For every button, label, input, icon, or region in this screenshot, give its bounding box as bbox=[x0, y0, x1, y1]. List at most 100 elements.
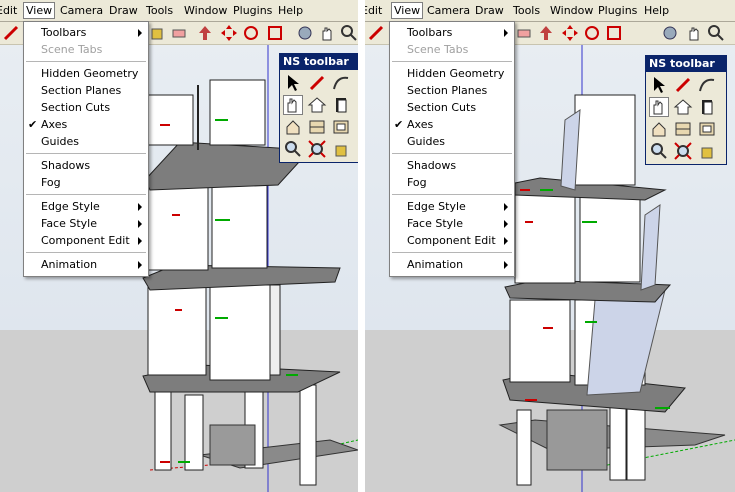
offset-icon[interactable] bbox=[266, 24, 284, 42]
zoom-icon[interactable] bbox=[283, 139, 303, 159]
orbit-icon[interactable] bbox=[296, 24, 314, 42]
menu-item-edge-style[interactable]: Edge Style bbox=[24, 198, 148, 215]
move-icon[interactable] bbox=[561, 24, 579, 42]
eraser-icon[interactable] bbox=[515, 24, 533, 42]
menu-draw[interactable]: Draw bbox=[109, 3, 138, 18]
ns-toolbar-title[interactable]: NS toolbar bbox=[646, 56, 726, 72]
zoom-extents-icon[interactable] bbox=[307, 139, 327, 159]
zoom-icon[interactable] bbox=[340, 24, 358, 42]
menu-item-section-cuts[interactable]: Section Cuts bbox=[390, 99, 514, 116]
wall-panel-icon[interactable] bbox=[307, 117, 327, 137]
select-arrow-icon[interactable] bbox=[283, 73, 303, 93]
arc-icon[interactable] bbox=[331, 73, 351, 93]
column bbox=[609, 404, 627, 481]
submenu-arrow-icon bbox=[504, 220, 508, 228]
menu-separator bbox=[392, 61, 512, 62]
menu-edit[interactable]: Edit bbox=[0, 3, 17, 18]
menu-plugins[interactable]: Plugins bbox=[598, 3, 637, 18]
menu-item-axes[interactable]: ✔ Axes bbox=[24, 116, 148, 133]
paint-bucket-icon[interactable] bbox=[697, 141, 717, 161]
paint-bucket-icon[interactable] bbox=[331, 139, 351, 159]
column bbox=[154, 384, 172, 471]
menu-item-axes[interactable]: ✔ Axes bbox=[390, 116, 514, 133]
zoom-icon[interactable] bbox=[649, 141, 669, 161]
menu-item-component-edit[interactable]: Component Edit bbox=[24, 232, 148, 249]
menu-item-face-style[interactable]: Face Style bbox=[390, 215, 514, 232]
zoom-extents-icon[interactable] bbox=[673, 141, 693, 161]
menu-item-guides[interactable]: Guides bbox=[390, 133, 514, 150]
menu-help[interactable]: Help bbox=[278, 3, 303, 18]
home-icon[interactable] bbox=[673, 97, 693, 117]
menu-view[interactable]: View bbox=[23, 2, 56, 19]
menu-item-shadows[interactable]: Shadows bbox=[390, 157, 514, 174]
menu-item-section-planes[interactable]: Section Planes bbox=[24, 82, 148, 99]
menu-edit[interactable]: Edit bbox=[365, 3, 382, 18]
wall-panel-icon[interactable] bbox=[673, 119, 693, 139]
page-icon[interactable] bbox=[331, 95, 351, 115]
view-menu-dropdown: Toolbars Scene Tabs Hidden Geometry Sect… bbox=[23, 21, 149, 277]
menu-item-hidden-geometry[interactable]: Hidden Geometry bbox=[390, 65, 514, 82]
orbit-hand-button[interactable] bbox=[649, 97, 669, 117]
menu-draw[interactable]: Draw bbox=[475, 3, 504, 18]
menu-item-edge-style[interactable]: Edge Style bbox=[390, 198, 514, 215]
lower-box bbox=[209, 424, 256, 466]
pencil-icon[interactable] bbox=[307, 73, 327, 93]
right-screenshot-panel: Edit View Camera Draw Tools Window Plugi… bbox=[365, 0, 735, 492]
menu-item-toolbars[interactable]: Toolbars bbox=[24, 24, 148, 41]
pencil-icon[interactable] bbox=[673, 75, 693, 95]
move-icon[interactable] bbox=[220, 24, 238, 42]
grid-window-icon[interactable] bbox=[331, 117, 351, 137]
rotate-icon[interactable] bbox=[583, 24, 601, 42]
menu-plugins[interactable]: Plugins bbox=[233, 3, 272, 18]
menu-tools[interactable]: Tools bbox=[513, 3, 540, 18]
push-pull-icon[interactable] bbox=[196, 24, 214, 42]
submenu-arrow-icon bbox=[138, 261, 142, 269]
orbit-hand-button[interactable] bbox=[283, 95, 303, 115]
rotate-icon[interactable] bbox=[242, 24, 260, 42]
menu-item-guides[interactable]: Guides bbox=[24, 133, 148, 150]
pencil-icon[interactable] bbox=[367, 24, 385, 42]
pan-hand-icon[interactable] bbox=[318, 24, 336, 42]
pan-hand-icon[interactable] bbox=[685, 24, 703, 42]
menu-item-component-edit[interactable]: Component Edit bbox=[390, 232, 514, 249]
menu-item-hidden-geometry[interactable]: Hidden Geometry bbox=[24, 65, 148, 82]
menu-item-section-cuts[interactable]: Section Cuts bbox=[24, 99, 148, 116]
ns-toolbar-window[interactable]: NS toolbar bbox=[279, 53, 358, 163]
pencil-icon[interactable] bbox=[2, 24, 20, 42]
menu-item-face-style[interactable]: Face Style bbox=[24, 215, 148, 232]
home-icon[interactable] bbox=[307, 95, 327, 115]
menu-item-shadows[interactable]: Shadows bbox=[24, 157, 148, 174]
page-icon[interactable] bbox=[697, 97, 717, 117]
ns-toolbar-title[interactable]: NS toolbar bbox=[280, 54, 358, 70]
orbit-icon[interactable] bbox=[661, 24, 679, 42]
menu-camera[interactable]: Camera bbox=[427, 3, 470, 18]
submenu-arrow-icon bbox=[504, 237, 508, 245]
menu-window[interactable]: Window bbox=[550, 3, 593, 18]
menu-item-animation[interactable]: Animation bbox=[24, 256, 148, 273]
offset-icon[interactable] bbox=[605, 24, 623, 42]
wall-panel bbox=[147, 284, 207, 376]
select-arrow-icon[interactable] bbox=[649, 75, 669, 95]
house-perspective-icon[interactable] bbox=[283, 117, 303, 137]
menu-help[interactable]: Help bbox=[644, 3, 669, 18]
eraser-icon[interactable] bbox=[170, 24, 188, 42]
column bbox=[516, 409, 532, 486]
push-pull-icon[interactable] bbox=[537, 24, 555, 42]
menu-window[interactable]: Window bbox=[184, 3, 227, 18]
orbit-hand-icon bbox=[287, 98, 297, 113]
paint-bucket-icon[interactable] bbox=[148, 24, 166, 42]
menu-item-fog[interactable]: Fog bbox=[390, 174, 514, 191]
house-perspective-icon[interactable] bbox=[649, 119, 669, 139]
menu-item-section-planes[interactable]: Section Planes bbox=[390, 82, 514, 99]
menu-view[interactable]: View bbox=[391, 2, 424, 19]
menu-camera[interactable]: Camera bbox=[60, 3, 103, 18]
menu-item-animation[interactable]: Animation bbox=[390, 256, 514, 273]
menu-item-toolbars[interactable]: Toolbars bbox=[390, 24, 514, 41]
menu-item-scene-tabs: Scene Tabs bbox=[407, 43, 469, 56]
menu-item-fog[interactable]: Fog bbox=[24, 174, 148, 191]
arc-icon[interactable] bbox=[697, 75, 717, 95]
ns-toolbar-window[interactable]: NS toolbar bbox=[645, 55, 727, 165]
zoom-icon[interactable] bbox=[707, 24, 725, 42]
grid-window-icon[interactable] bbox=[697, 119, 717, 139]
menu-tools[interactable]: Tools bbox=[146, 3, 173, 18]
